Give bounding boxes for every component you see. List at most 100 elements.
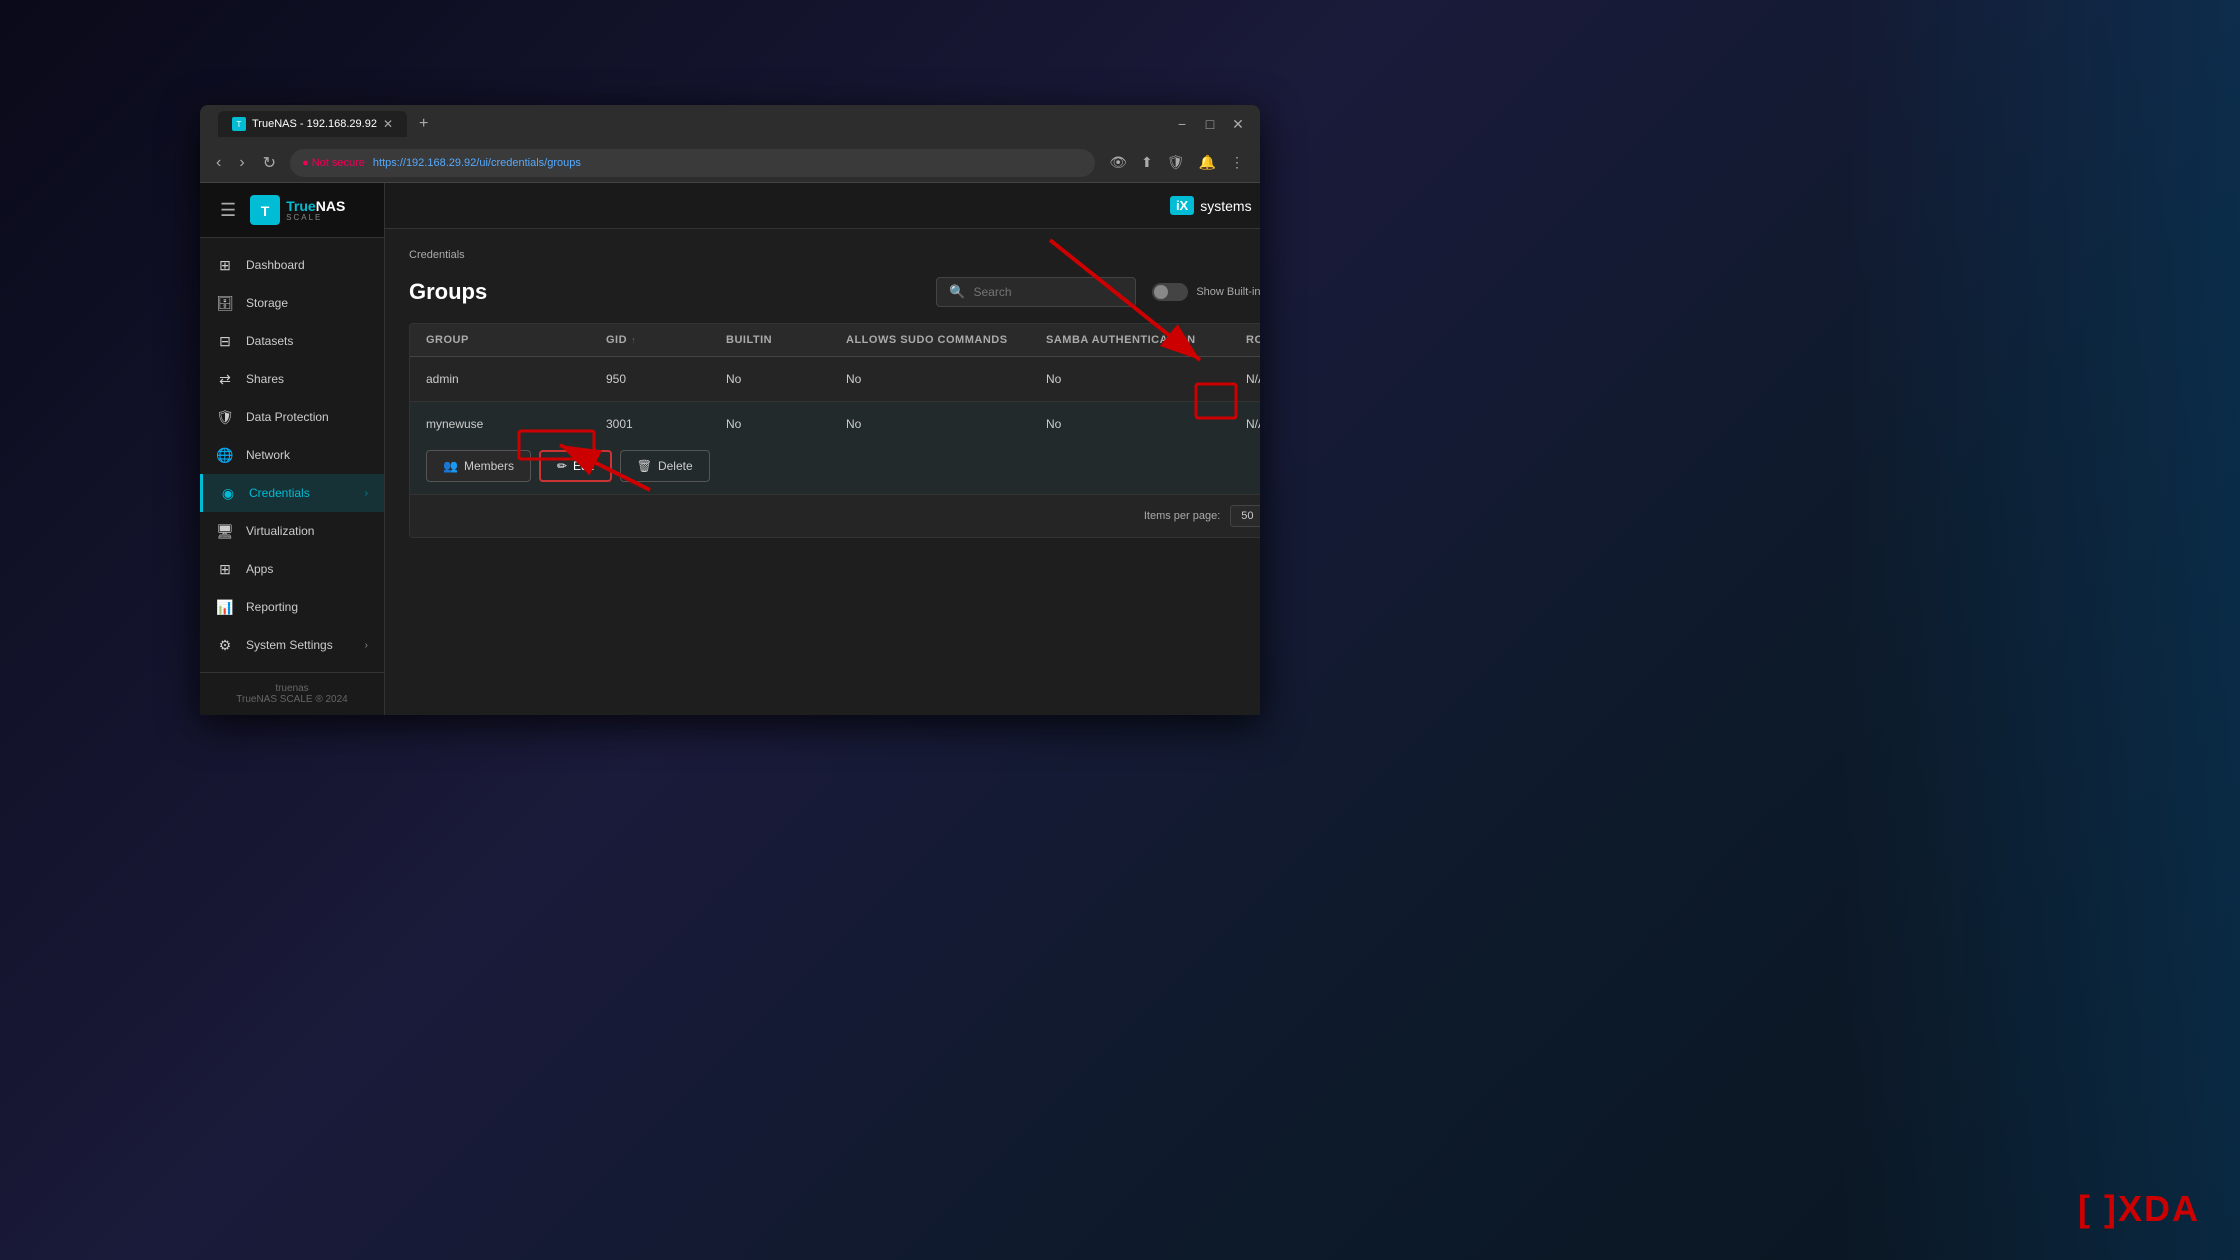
logo-white: NAS <box>316 198 346 214</box>
minimize-btn[interactable]: − <box>1170 112 1194 136</box>
content-area: iX systems 👁 🌐 📋 🔔 admin 👤 ⏻ <box>385 183 1260 715</box>
sidebar-item-system-settings[interactable]: ⚙ System Settings › <box>200 626 384 664</box>
datasets-icon: ⊟ <box>216 332 234 350</box>
sidebar-item-dashboard[interactable]: ⊞ Dashboard <box>200 246 384 284</box>
row-mynewuse-group: mynewuse <box>426 417 606 431</box>
data-protection-icon: 🛡 <box>216 408 234 426</box>
shares-icon: ⇄ <box>216 370 234 388</box>
logo-blue: True <box>286 198 316 214</box>
page-title: Groups <box>409 279 920 305</box>
url-text: https://192.168.29.92/ui/credentials/gro… <box>373 157 581 169</box>
xda-watermark: [ ]XDA <box>2078 1188 2200 1230</box>
items-per-page-label: Items per page: <box>1144 510 1220 522</box>
back-btn[interactable]: ‹ <box>212 150 225 176</box>
row-admin-roles: N/A <box>1246 372 1260 386</box>
members-button[interactable]: 👥 Members <box>426 450 531 482</box>
row-mynewuse-builtin: No <box>726 417 846 431</box>
menu-btn[interactable]: ⋮ <box>1226 150 1248 175</box>
sidebar-item-shares[interactable]: ⇄ Shares <box>200 360 384 398</box>
gid-sort-icon: ↑ <box>631 335 636 345</box>
sidebar-item-apps[interactable]: ⊞ Apps <box>200 550 384 588</box>
logo-scale: SCALE <box>286 213 345 222</box>
window-controls: − □ ✕ <box>1170 112 1250 136</box>
app-content: ☰ T TrueNAS SCALE ⊞ <box>200 183 1260 715</box>
table-row: mynewuse 3001 No No No N/A ∧ <box>410 402 1260 495</box>
bell-icon[interactable]: 🔔 <box>1195 150 1220 175</box>
search-icon: 🔍 <box>949 284 965 300</box>
url-bar[interactable]: ● Not secure https://192.168.29.92/ui/cr… <box>290 149 1095 177</box>
sidebar-label-data-protection: Data Protection <box>246 410 329 424</box>
col-gid[interactable]: GID ↑ <box>606 334 726 346</box>
expanded-row-header: mynewuse 3001 No No No N/A ∧ <box>410 402 1260 446</box>
storage-icon: 🗄 <box>216 294 234 312</box>
close-btn[interactable]: ✕ <box>1226 112 1250 136</box>
row-admin-samba: No <box>1046 372 1246 386</box>
tab-close-btn[interactable]: ✕ <box>383 117 393 131</box>
apps-icon: ⊞ <box>216 560 234 578</box>
truenas-logo: T TrueNAS SCALE <box>250 195 345 225</box>
share-btn[interactable]: ⬆ <box>1137 150 1157 175</box>
shield-icon[interactable]: 🛡 <box>1163 150 1189 175</box>
members-icon: 👥 <box>443 459 458 473</box>
ixsystems-text: systems <box>1200 198 1251 214</box>
sidebar-label-apps: Apps <box>246 562 273 576</box>
edit-button[interactable]: ✏ Edit <box>539 450 612 482</box>
col-sudo: Allows sudo commands <box>846 334 1046 346</box>
tab-title: TrueNAS - 192.168.29.92 <box>252 118 377 130</box>
row-admin-gid: 950 <box>606 372 726 386</box>
row-mynewuse-roles: N/A <box>1246 417 1260 431</box>
col-builtin: Builtin <box>726 334 846 346</box>
sidebar-label-reporting: Reporting <box>246 600 298 614</box>
security-indicator: ● Not secure <box>302 157 365 169</box>
table-header: Group GID ↑ Builtin Allows sudo commands <box>410 324 1260 357</box>
sidebar-label-datasets: Datasets <box>246 334 293 348</box>
sidebar-label-virtualization: Virtualization <box>246 524 314 538</box>
refresh-btn[interactable]: ↻ <box>259 149 280 177</box>
sidebar-item-storage[interactable]: 🗄 Storage <box>200 284 384 322</box>
new-tab-btn[interactable]: + <box>411 111 436 137</box>
sidebar-item-virtualization[interactable]: 🖥 Virtualization <box>200 512 384 550</box>
row-mynewuse-sudo: No <box>846 417 1046 431</box>
credentials-icon: ◉ <box>219 484 237 502</box>
svg-text:T: T <box>261 203 270 219</box>
active-tab[interactable]: T TrueNAS - 192.168.29.92 ✕ <box>218 111 407 137</box>
sidebar-item-credentials[interactable]: ◉ Credentials › <box>200 474 384 512</box>
sidebar-item-network[interactable]: 🌐 Network <box>200 436 384 474</box>
per-page-select[interactable]: 50 25 100 <box>1230 505 1260 527</box>
row-admin-sudo: No <box>846 372 1046 386</box>
delete-button[interactable]: 🗑 Delete <box>620 450 710 482</box>
delete-icon: 🗑 <box>637 459 652 473</box>
reporting-icon: 📊 <box>216 598 234 616</box>
maximize-btn[interactable]: □ <box>1198 112 1222 136</box>
sidebar-header: ☰ T TrueNAS SCALE <box>200 183 384 238</box>
sidebar-label-shares: Shares <box>246 372 284 386</box>
search-box[interactable]: 🔍 <box>936 277 1136 307</box>
tab-favicon: T <box>232 117 246 131</box>
sidebar-item-reporting[interactable]: 📊 Reporting <box>200 588 384 626</box>
browser-actions: 👁 ⬆ 🛡 🔔 ⋮ <box>1105 150 1248 175</box>
sidebar-label-credentials: Credentials <box>249 486 310 500</box>
hamburger-btn[interactable]: ☰ <box>216 196 240 225</box>
sidebar: ☰ T TrueNAS SCALE ⊞ <box>200 183 385 715</box>
sidebar-label-system-settings: System Settings <box>246 638 333 652</box>
hostname: truenas <box>216 683 368 694</box>
dashboard-icon: ⊞ <box>216 256 234 274</box>
toggle-container: Show Built-in Groups <box>1152 283 1260 301</box>
credentials-chevron: › <box>365 488 368 499</box>
neon-effect <box>1840 0 2240 1260</box>
nav-items: ⊞ Dashboard 🗄 Storage ⊟ Datasets ⇄ Share… <box>200 238 384 672</box>
sidebar-item-datasets[interactable]: ⊟ Datasets <box>200 322 384 360</box>
logo-text-container: TrueNAS SCALE <box>286 199 345 222</box>
sidebar-item-data-protection[interactable]: 🛡 Data Protection <box>200 398 384 436</box>
builtin-toggle[interactable] <box>1152 283 1188 301</box>
row-mynewuse-samba: No <box>1046 417 1246 431</box>
forward-btn[interactable]: › <box>235 150 248 176</box>
system-settings-chevron: › <box>365 640 368 651</box>
extensions-btn[interactable]: 👁 <box>1105 150 1131 175</box>
search-input[interactable] <box>974 285 1124 299</box>
row-mynewuse-gid: 3001 <box>606 417 726 431</box>
toggle-label: Show Built-in Groups <box>1196 286 1260 298</box>
ixsystems-brand: iX systems <box>1170 196 1252 215</box>
row-actions: 👥 Members ✏ Edit 🗑 Delete <box>410 446 1260 494</box>
browser-titlebar: T TrueNAS - 192.168.29.92 ✕ + − □ ✕ <box>200 105 1260 143</box>
